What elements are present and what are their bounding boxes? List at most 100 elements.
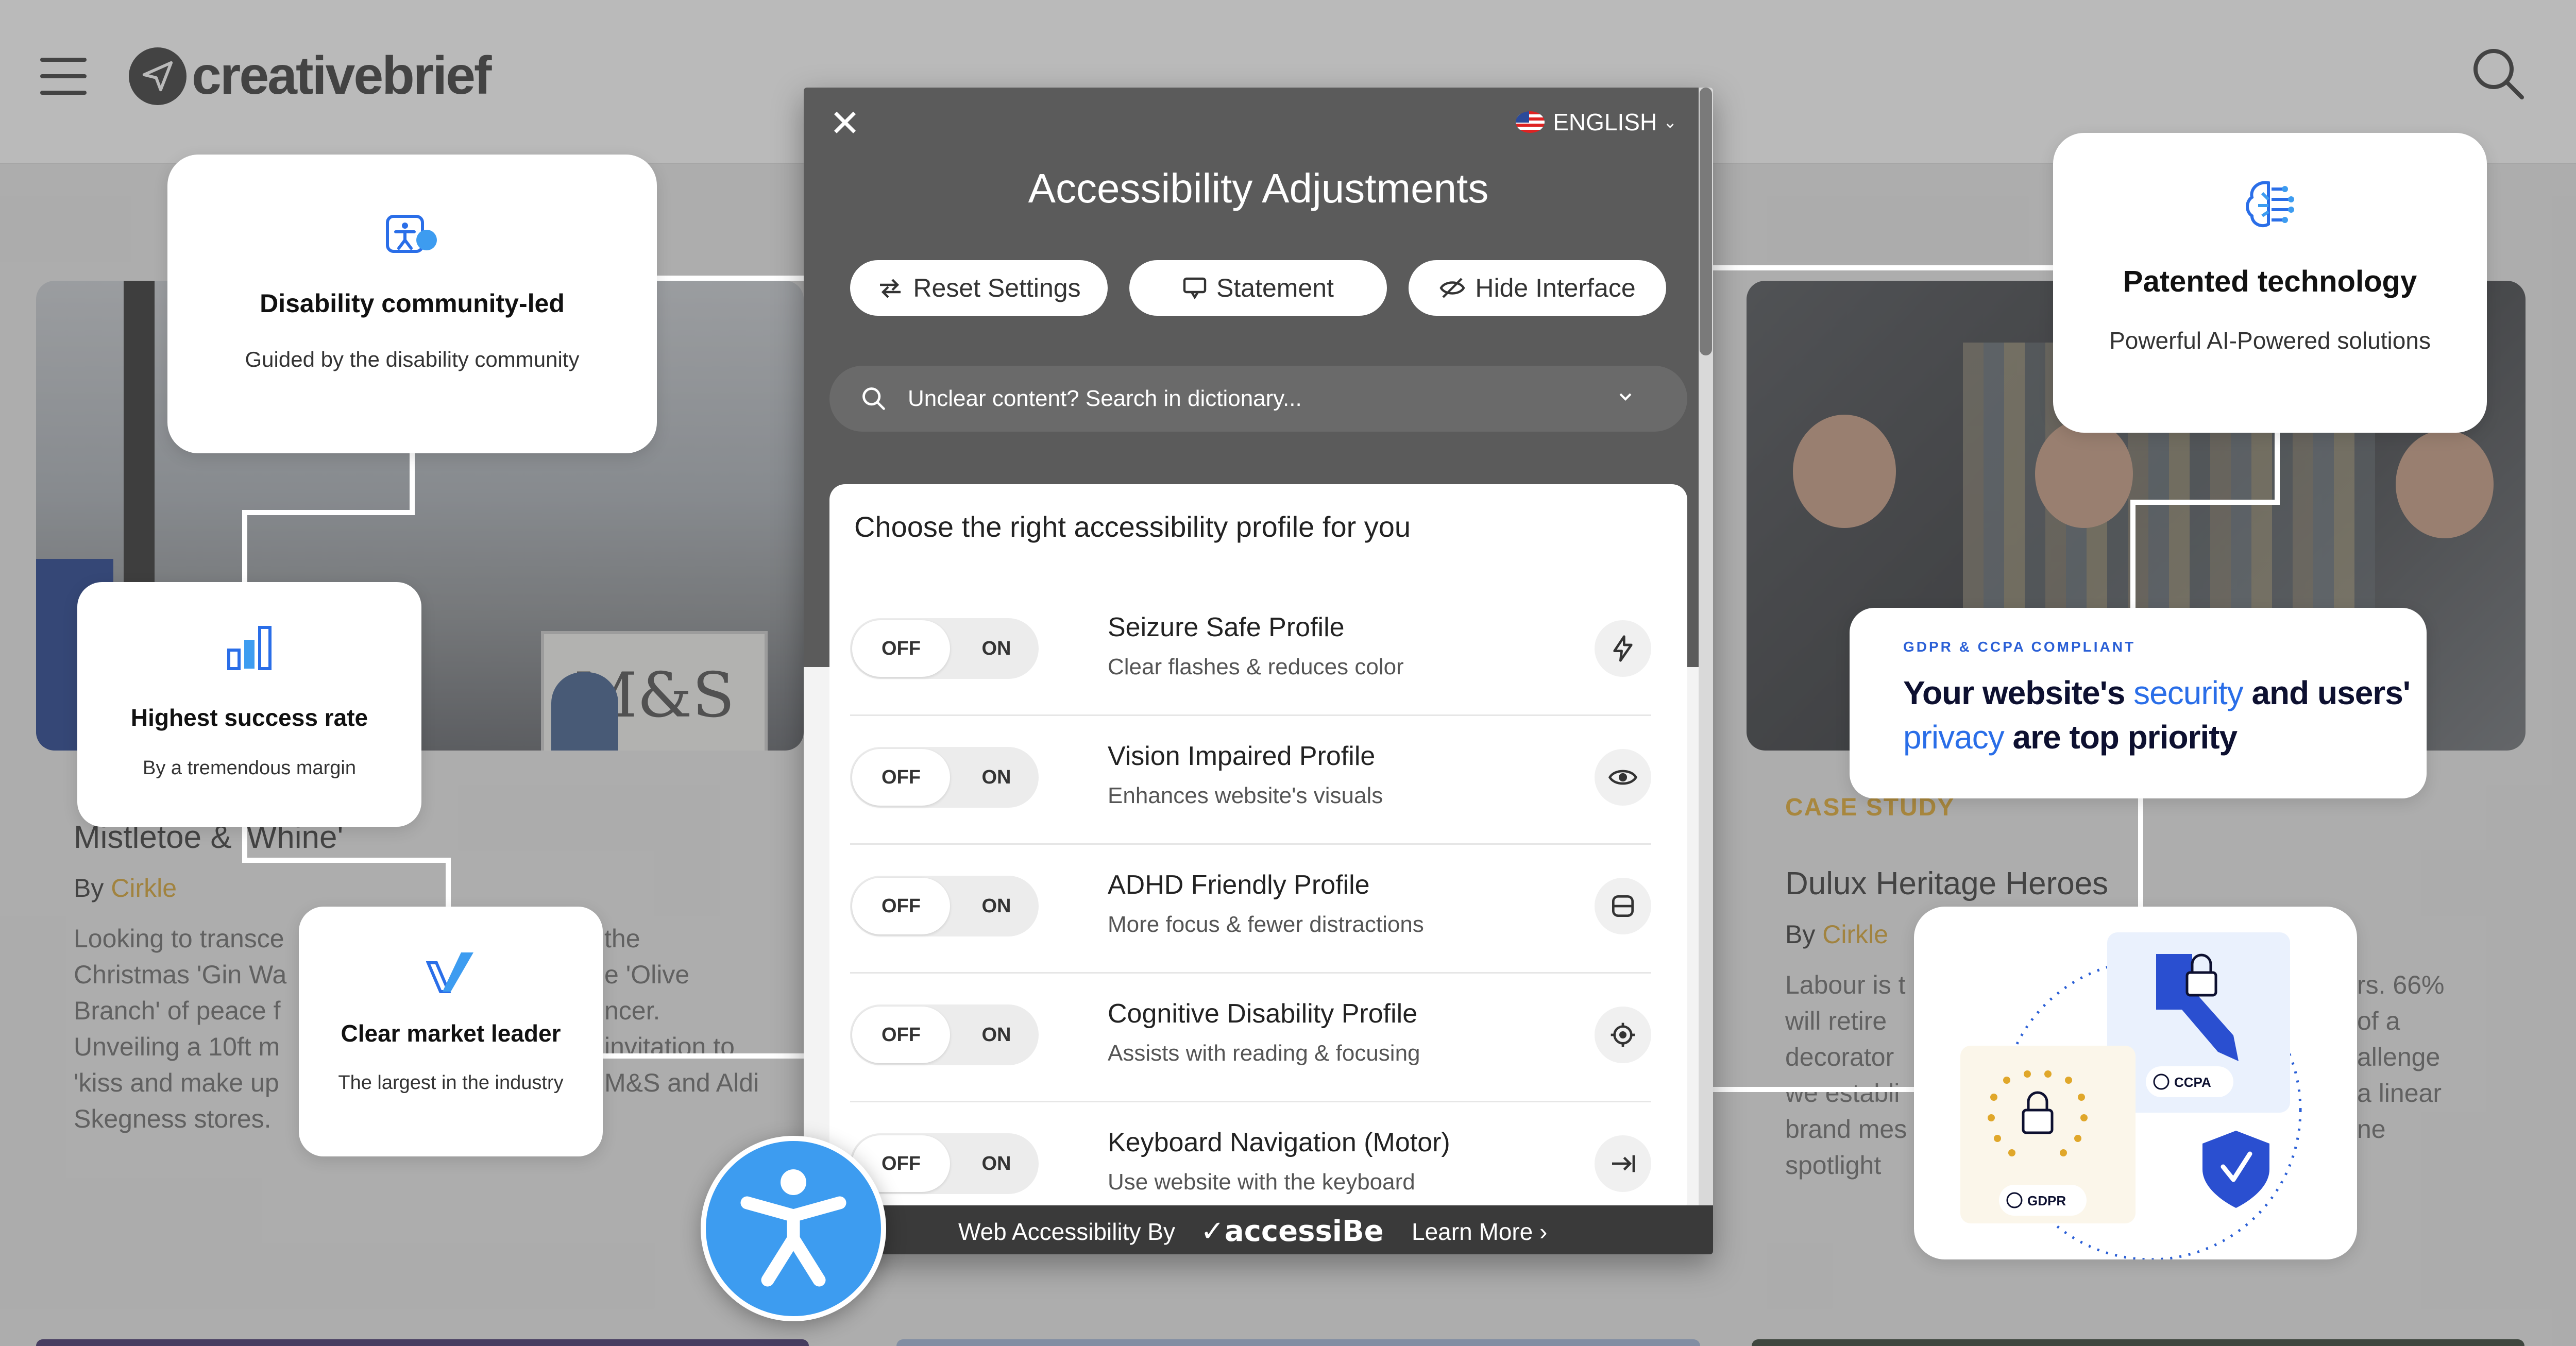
connector-line [2130, 500, 2280, 505]
chevron-down-icon [1619, 393, 1632, 401]
feature-card-patented: Patented technology Powerful AI-Powered … [2053, 133, 2487, 433]
connector-line [446, 858, 451, 909]
scroll-thumb[interactable] [1700, 88, 1712, 355]
connector-line [2138, 796, 2143, 909]
toggle-off[interactable]: OFF [852, 1007, 950, 1063]
gdpr-headline-line: Your website's security and users' [1903, 674, 2411, 711]
card-subtitle: The largest in the industry [338, 1072, 564, 1094]
profile-toggle[interactable]: OFF ON [850, 747, 1039, 808]
dictionary-placeholder: Unclear content? Search in dictionary... [908, 386, 1302, 411]
bar-chart-icon [77, 623, 421, 673]
profile-row-seizure: OFF ON Seizure Safe Profile Clear flashe… [850, 587, 1651, 716]
toggle-off[interactable]: OFF [852, 749, 950, 806]
profile-name: Seizure Safe Profile [1108, 612, 1345, 642]
accessibility-panel: ✕ ENGLISH ⌄ Accessibility Adjustments Re… [804, 88, 1713, 1254]
statement-button[interactable]: Statement [1129, 260, 1387, 316]
toggle-off[interactable]: OFF [852, 620, 950, 677]
card-title: Highest success rate [130, 704, 368, 731]
learn-more-link[interactable]: Learn More › [1412, 1218, 1547, 1246]
hide-interface-button[interactable]: Hide Interface [1409, 260, 1666, 316]
card-subtitle: By a tremendous margin [143, 757, 356, 779]
panel-scrollbar[interactable] [1699, 88, 1713, 1211]
compliance-card: CCPA GDPR [1914, 907, 2357, 1259]
connector-line [242, 510, 247, 585]
profile-toggle[interactable]: OFF ON [850, 876, 1039, 936]
chevron-down-icon: ⌄ [1663, 113, 1677, 131]
lightning-icon [1595, 620, 1651, 677]
eye-slash-icon [1439, 278, 1465, 298]
profiles-section: Choose the right accessibility profile f… [829, 484, 1687, 1216]
checkmark-icon: ✓ [1200, 1215, 1225, 1248]
profile-row-vision: OFF ON Vision Impaired Profile Enhances … [850, 716, 1651, 845]
feature-card-success: Highest success rate By a tremendous mar… [77, 582, 421, 827]
feature-card-community: Disability community-led Guided by the d… [167, 155, 657, 453]
profile-desc: More focus & fewer distractions [1108, 912, 1424, 937]
connector-line [242, 510, 415, 515]
card-title: Clear market leader [341, 1020, 561, 1047]
profile-row-adhd: OFF ON ADHD Friendly Profile More focus … [850, 845, 1651, 974]
accessibility-person-icon [740, 1169, 846, 1287]
connector-line [1713, 265, 2058, 270]
profile-toggle[interactable]: OFF ON [850, 618, 1039, 679]
dictionary-search[interactable]: Unclear content? Search in dictionary... [829, 366, 1687, 432]
profile-name: ADHD Friendly Profile [1108, 870, 1370, 900]
connector-line [1713, 1087, 1917, 1092]
tab-arrow-icon [1595, 1135, 1651, 1192]
toggle-on[interactable]: ON [956, 620, 1037, 677]
checkmark-logo-icon [299, 950, 603, 995]
profile-desc: Assists with reading & focusing [1108, 1041, 1420, 1066]
panel-footer: Web Accessibility By ✓accessiBe Learn Mo… [804, 1205, 1713, 1254]
panel-actions: Reset Settings Statement Hide Interface [850, 260, 1666, 316]
gdpr-headline-line: privacy are top priority [1903, 719, 2238, 756]
toggle-on[interactable]: ON [956, 1007, 1037, 1063]
card-title: Patented technology [2123, 265, 2417, 298]
connector-line [600, 1053, 806, 1059]
panel-title: Accessibility Adjustments [1028, 165, 1489, 211]
profile-toggle[interactable]: OFF ON [850, 1133, 1039, 1194]
profile-name: Cognitive Disability Profile [1108, 999, 1418, 1029]
eye-icon [1595, 749, 1651, 806]
profile-desc: Enhances website's visuals [1108, 783, 1383, 808]
card-subtitle: Powerful AI-Powered solutions [2109, 327, 2431, 354]
card-title: Disability community-led [260, 289, 565, 318]
profile-desc: Clear flashes & reduces color [1108, 654, 1404, 679]
brain-circuit-icon [2053, 177, 2487, 233]
accessibe-logo[interactable]: ✓accessiBe [1200, 1215, 1384, 1248]
toggle-off[interactable]: OFF [852, 878, 950, 934]
footer-by-text: Web Accessibility By [958, 1218, 1175, 1245]
compliance-illustration: CCPA GDPR [1960, 932, 2302, 1259]
close-icon[interactable]: ✕ [824, 103, 866, 144]
connector-line [242, 858, 451, 863]
profile-toggle[interactable]: OFF ON [850, 1004, 1039, 1065]
language-label: ENGLISH [1553, 109, 1657, 135]
profile-row-cognitive: OFF ON Cognitive Disability Profile Assi… [850, 974, 1651, 1102]
accessibility-widget-button[interactable] [701, 1136, 886, 1321]
connector-line [2275, 428, 2280, 505]
connector-line [2130, 500, 2136, 610]
connector-line [654, 276, 809, 281]
chevron-right-icon: › [1539, 1218, 1548, 1245]
card-subtitle: Guided by the disability community [245, 347, 580, 371]
feature-card-leader: Clear market leader The largest in the i… [299, 907, 603, 1156]
reset-settings-button[interactable]: Reset Settings [850, 260, 1108, 316]
target-icon [1595, 1007, 1651, 1063]
language-selector[interactable]: ENGLISH ⌄ [1516, 108, 1677, 136]
connector-line [242, 824, 247, 863]
ccpa-label: CCPA [2174, 1075, 2211, 1090]
toggle-on[interactable]: ON [956, 878, 1037, 934]
search-icon [862, 387, 885, 410]
gdpr-label: GDPR [2027, 1193, 2066, 1208]
swap-arrows-icon [880, 279, 901, 298]
focus-frame-icon [1595, 878, 1651, 934]
profile-name: Vision Impaired Profile [1108, 741, 1376, 771]
profile-name: Keyboard Navigation (Motor) [1108, 1128, 1450, 1157]
toggle-on[interactable]: ON [956, 749, 1037, 806]
us-flag-icon [1516, 111, 1545, 133]
community-people-icon [167, 211, 657, 258]
gdpr-kicker: GDPR & CCPA COMPLIANT [1903, 639, 2136, 655]
gdpr-card: GDPR & CCPA COMPLIANT Your website's sec… [1850, 608, 2427, 798]
chat-icon [1183, 277, 1207, 299]
profile-desc: Use website with the keyboard [1108, 1169, 1415, 1195]
connector-line [410, 451, 415, 513]
toggle-on[interactable]: ON [956, 1135, 1037, 1192]
